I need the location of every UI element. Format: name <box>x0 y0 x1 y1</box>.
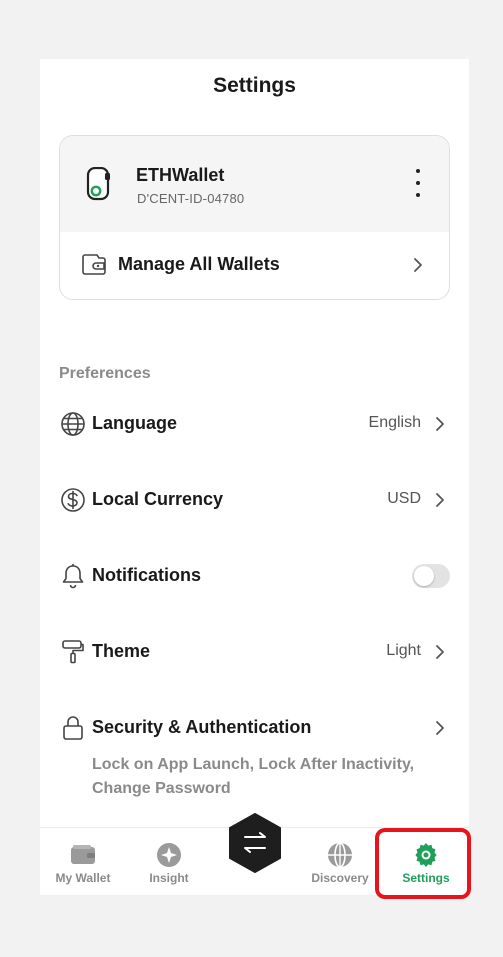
theme-label: Theme <box>92 641 151 661</box>
chevron-right-icon <box>436 645 444 659</box>
tab-discovery-label: Discovery <box>311 871 369 885</box>
settings-screen: Settings ETHWallet D'CENT-ID-04780 Manag… <box>40 59 469 895</box>
tab-settings[interactable]: Settings <box>383 828 469 895</box>
wallet-icon <box>71 845 95 864</box>
tab-settings-label: Settings <box>402 871 450 885</box>
chevron-right-icon <box>436 721 444 735</box>
tab-my-wallet-label: My Wallet <box>55 871 111 885</box>
sparkle-icon <box>157 843 181 867</box>
tab-discovery[interactable]: Discovery <box>297 828 383 895</box>
security-subtitle: Lock on App Launch, Lock After Inactivit… <box>92 756 415 797</box>
chevron-right-icon <box>436 417 444 431</box>
chevron-right-icon <box>414 258 422 272</box>
security-row[interactable]: Security & Authentication Lock on App La… <box>59 706 450 806</box>
security-label: Security & Authentication <box>92 717 312 737</box>
language-label: Language <box>92 413 178 433</box>
lock-icon <box>63 716 83 740</box>
swap-button[interactable] <box>228 813 282 873</box>
preferences-section-label: Preferences <box>59 365 151 382</box>
page-title: Settings <box>213 74 296 97</box>
wallet-card: ETHWallet D'CENT-ID-04780 Manage All Wal… <box>59 135 450 300</box>
language-row[interactable]: Language English <box>59 402 450 446</box>
notifications-label: Notifications <box>92 565 202 585</box>
wallet-folder-icon <box>82 254 106 275</box>
tab-my-wallet[interactable]: My Wallet <box>40 828 126 895</box>
globe-icon <box>61 412 85 436</box>
wallet-header[interactable]: ETHWallet D'CENT-ID-04780 <box>60 136 449 232</box>
tab-insight[interactable]: Insight <box>126 828 212 895</box>
more-options-icon[interactable] <box>413 169 423 197</box>
theme-row[interactable]: Theme Light <box>59 630 450 674</box>
manage-all-wallets-button[interactable]: Manage All Wallets <box>60 232 449 299</box>
local-currency-row[interactable]: Local Currency USD <box>59 478 450 522</box>
hardware-wallet-icon <box>86 167 110 201</box>
chevron-right-icon <box>436 493 444 507</box>
wallet-name: ETHWallet <box>136 165 225 185</box>
language-value: English <box>368 414 421 431</box>
toggle-knob <box>414 566 434 586</box>
notifications-row: Notifications <box>59 554 450 598</box>
dollar-icon <box>61 488 85 512</box>
local-currency-label: Local Currency <box>92 489 224 509</box>
theme-value: Light <box>386 642 421 659</box>
gear-icon <box>415 843 437 867</box>
tab-insight-label: Insight <box>149 871 189 885</box>
globe-icon <box>328 842 352 868</box>
manage-all-wallets-label: Manage All Wallets <box>118 254 280 274</box>
local-currency-value: USD <box>387 490 421 507</box>
paint-roller-icon <box>62 640 84 664</box>
wallet-id: D'CENT-ID-04780 <box>137 191 245 206</box>
notifications-toggle[interactable] <box>412 564 450 588</box>
bell-icon <box>62 564 84 589</box>
